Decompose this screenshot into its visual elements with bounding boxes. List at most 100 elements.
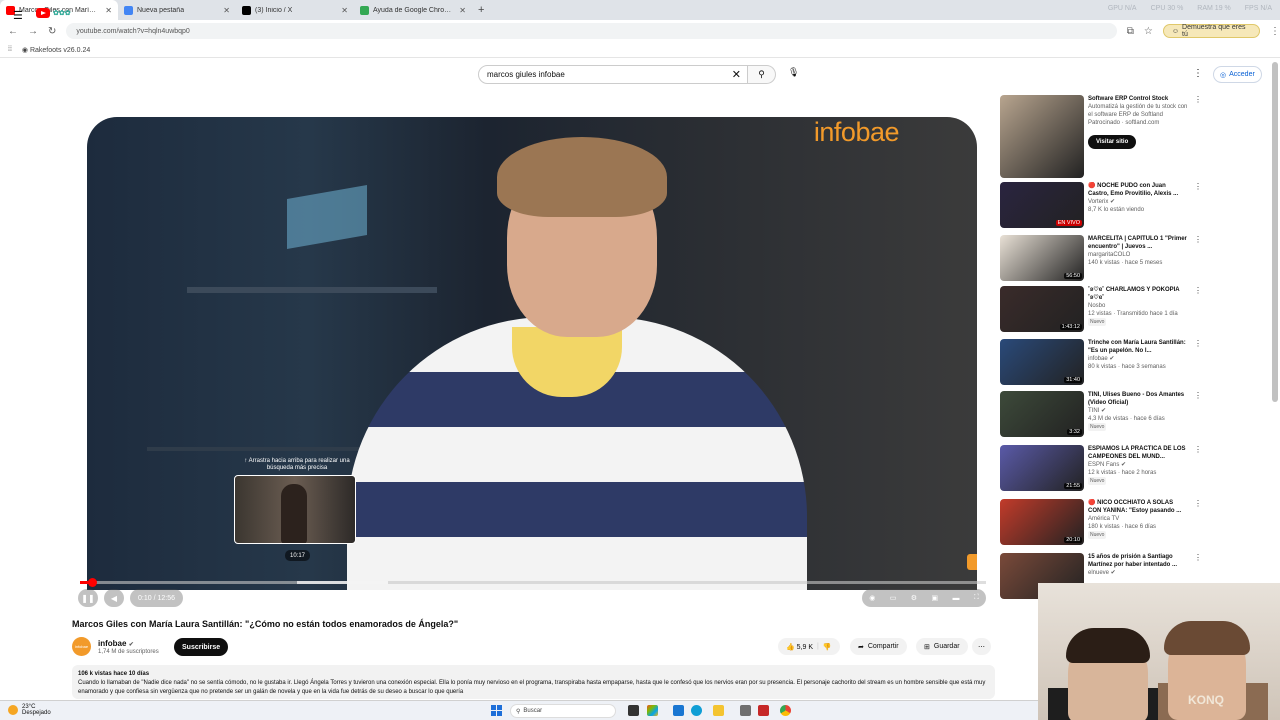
video-thumbnail[interactable]: 31:40 [1000, 339, 1084, 385]
file-explorer-icon[interactable] [713, 705, 724, 716]
ad-card[interactable]: Software ERP Control Stock Automatizá la … [1000, 95, 1202, 178]
close-tab-icon[interactable]: ✕ [341, 6, 348, 15]
video-thumbnail[interactable]: 3:32 [1000, 391, 1084, 437]
recommended-video[interactable]: 56:50 MARCELITA | CAPÍTULO 1 "Primer encu… [1000, 235, 1202, 281]
weather-widget[interactable]: 23°C Despejado [8, 704, 51, 716]
new-tab-button[interactable]: + [478, 4, 484, 16]
save-button[interactable]: ⊞ Guardar [916, 638, 968, 655]
pause-button[interactable]: ❚❚ [78, 589, 98, 607]
video-title[interactable]: 🔴 NOCHE PUDO con Juan Castro, Emo Provit… [1088, 182, 1188, 198]
forward-icon[interactable]: → [28, 26, 38, 37]
autoplay-toggle-icon[interactable]: ◉ [869, 594, 875, 602]
channel-watermark-icon[interactable] [967, 554, 977, 570]
app-icon[interactable] [758, 705, 769, 716]
video-thumbnail[interactable]: 21:55 [1000, 445, 1084, 491]
subscribe-button[interactable]: Suscribirse [174, 638, 229, 656]
close-tab-icon[interactable]: ✕ [459, 6, 466, 15]
more-vertical-icon[interactable]: ⋮ [1194, 499, 1202, 508]
description-box[interactable]: 106 k vistas hace 10 días Cuando lo llam… [72, 665, 995, 699]
page-scrollbar[interactable] [1272, 62, 1278, 402]
task-view-icon[interactable] [628, 705, 639, 716]
more-vertical-icon[interactable]: ⋮ [1194, 391, 1202, 400]
profile-button[interactable]: ☺ Demuestra que eres tú [1162, 24, 1260, 38]
video-thumbnail[interactable]: EN VIVO [1000, 182, 1084, 228]
more-vertical-icon[interactable]: ⋮ [1194, 445, 1202, 454]
sign-in-button[interactable]: ◎ Acceder [1213, 66, 1262, 83]
microphone-icon[interactable]: 🎙 [788, 67, 799, 78]
hamburger-menu-icon[interactable]: ☰ [13, 9, 23, 22]
chrome-icon[interactable] [780, 705, 791, 716]
apps-grid-icon[interactable]: ⁞⁞ [8, 46, 12, 53]
clear-search-icon[interactable]: ✕ [732, 68, 741, 81]
edge-icon[interactable] [691, 705, 702, 716]
youtube-logo[interactable]: ✿✿✿ [36, 8, 71, 18]
recommended-video[interactable]: EN VIVO 🔴 NOCHE PUDO con Juan Castro, Emo… [1000, 182, 1202, 228]
fullscreen-icon[interactable]: ⛶ [974, 594, 979, 602]
install-icon[interactable]: ⧉ [1127, 26, 1134, 37]
recommended-video[interactable]: 21:55 ESPIAMOS LA PRÁCTICA DE LOS CAMPEON… [1000, 445, 1202, 491]
more-vertical-icon[interactable]: ⋮ [1194, 182, 1202, 191]
video-thumbnail[interactable]: 56:50 [1000, 235, 1084, 281]
video-thumbnail[interactable] [1000, 95, 1084, 178]
bookmark-item[interactable]: ◉ Rakefoots v26.0.24 [22, 46, 90, 54]
back-icon[interactable]: ← [8, 26, 18, 37]
more-vertical-icon[interactable]: ⋮ [1194, 95, 1202, 104]
bookmark-star-icon[interactable]: ☆ [1144, 26, 1153, 37]
channel-name[interactable]: infobae ✔ [98, 639, 134, 648]
share-button[interactable]: ➦ Compartir [850, 638, 907, 655]
video-duration-badge: 56:50 [1064, 273, 1082, 279]
video-player[interactable]: infobae ↑ Arrastra hacia arriba para rea… [87, 117, 977, 590]
video-title[interactable]: MARCELITA | CAPÍTULO 1 "Primer encuentro… [1088, 235, 1188, 251]
subtitles-icon[interactable]: ▭ [890, 594, 897, 602]
windows-start-icon[interactable] [491, 705, 502, 716]
settings-gear-icon[interactable]: ⚙ [911, 594, 917, 602]
video-title[interactable]: ˚ʚ♡ɞ˚ CHARLAMOS Y POKOPIA ˚ʚ♡ɞ˚ [1088, 286, 1188, 302]
mute-button[interactable]: ◀ [104, 589, 124, 607]
progress-bar[interactable] [80, 578, 986, 587]
channel-line: elnueve ✔ [1088, 570, 1116, 576]
close-tab-icon[interactable]: ✕ [105, 6, 112, 15]
video-title[interactable]: 15 años de prisión a Santiago Martínez p… [1088, 553, 1188, 569]
like-button[interactable]: 👍 5,9 K [786, 643, 813, 651]
views-line: Patrocinado · softland.com [1088, 120, 1160, 126]
browser-tab[interactable]: Ayuda de Google Chrome ✕ [354, 0, 472, 20]
visit-site-button[interactable]: Visitar sitio [1088, 135, 1137, 149]
more-vertical-icon[interactable]: ⋮ [1194, 235, 1202, 244]
app-icon[interactable] [673, 705, 684, 716]
dislike-button[interactable]: 👎 [823, 643, 832, 651]
reload-icon[interactable]: ↻ [48, 26, 56, 37]
url-bar[interactable]: youtube.com/watch?v=hqln4uwbqp0 [66, 23, 1117, 39]
video-thumbnail[interactable]: 1:43:12 [1000, 286, 1084, 332]
recommended-video[interactable]: 31:40 Trinche con María Laura Santillán: … [1000, 339, 1202, 385]
video-title[interactable]: TINI, Ulises Bueno - Dos Amantes (Video … [1088, 391, 1188, 407]
share-label: Compartir [867, 643, 899, 650]
video-title[interactable]: Trinche con María Laura Santillán: "Es u… [1088, 339, 1188, 355]
recommended-video[interactable]: 3:32 TINI, Ulises Bueno - Dos Amantes (Vi… [1000, 391, 1202, 437]
browser-tab[interactable]: (3) Inicio / X ✕ [236, 0, 354, 20]
video-title[interactable]: Software ERP Control Stock [1088, 95, 1188, 103]
more-actions-button[interactable]: ⋯ [972, 638, 991, 655]
video-title[interactable]: 🔴 NICO OCCHIATO A SOLAS CON YANINA: "Est… [1088, 499, 1188, 515]
video-thumbnail[interactable]: 20:10 [1000, 499, 1084, 545]
more-vertical-icon[interactable]: ⋮ [1194, 553, 1202, 562]
theater-mode-icon[interactable]: ▬ [952, 595, 959, 602]
recommended-video[interactable]: 1:43:12 ˚ʚ♡ɞ˚ CHARLAMOS Y POKOPIA ˚ʚ♡ɞ˚ No… [1000, 286, 1202, 332]
scrubber-knob[interactable] [87, 578, 97, 587]
search-button[interactable]: ⚲ [748, 65, 776, 84]
copilot-icon[interactable] [647, 705, 658, 716]
taskbar-search[interactable]: ⚲ Buscar [510, 704, 616, 718]
more-vertical-icon[interactable]: ⋮ [1194, 286, 1202, 295]
views-line: 12 k vistas · hace 2 horas [1088, 470, 1157, 476]
browser-menu-icon[interactable]: ⋮ [1270, 26, 1280, 37]
recommended-video[interactable]: 20:10 🔴 NICO OCCHIATO A SOLAS CON YANINA:… [1000, 499, 1202, 545]
settings-menu-icon[interactable]: ⋮ [1193, 68, 1203, 79]
channel-avatar[interactable]: infobae [72, 637, 91, 656]
miniplayer-icon[interactable]: ▣ [931, 594, 938, 602]
app-icon[interactable] [740, 705, 751, 716]
close-tab-icon[interactable]: ✕ [223, 6, 230, 15]
more-vertical-icon[interactable]: ⋮ [1194, 339, 1202, 348]
views-line: 80 k vistas · hace 3 semanas [1088, 364, 1166, 370]
video-title[interactable]: ESPIAMOS LA PRÁCTICA DE LOS CAMPEONES DE… [1088, 445, 1188, 461]
browser-tab[interactable]: Nueva pestaña ✕ [118, 0, 236, 20]
search-input[interactable]: marcos giules infobae ✕ [478, 65, 748, 84]
